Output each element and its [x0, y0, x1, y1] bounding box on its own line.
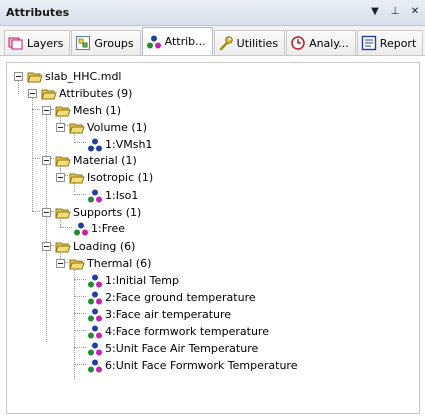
tree-connector — [74, 296, 86, 297]
dropdown-icon[interactable]: ▼ — [369, 6, 381, 18]
layers-icon — [8, 35, 24, 51]
tree-connector — [74, 364, 86, 365]
tab-analysis[interactable]: Analy... — [286, 30, 356, 55]
tree-label: slab_HHC.mdl — [45, 70, 122, 83]
tree-connector — [32, 94, 33, 211]
tab-label: Utilities — [236, 36, 279, 50]
tree-label: Supports (1) — [73, 206, 142, 219]
mesh-attribute-icon — [88, 138, 102, 152]
thermal-attribute-icon — [88, 342, 102, 356]
tab-label: Analy... — [309, 36, 349, 50]
tree-label: 4:Face formwork temperature — [105, 325, 269, 338]
thermal-attribute-icon — [88, 325, 102, 339]
tree-connector — [74, 142, 86, 143]
panel-title: Attributes — [6, 6, 70, 19]
thermal-attribute-icon — [88, 359, 102, 373]
collapse-icon[interactable] — [42, 156, 51, 165]
groups-icon — [75, 35, 91, 51]
tree-connector — [74, 279, 86, 280]
tab-groups[interactable]: Groups — [71, 30, 141, 55]
collapse-icon[interactable] — [42, 208, 51, 217]
tree-view[interactable]: slab_HHC.mdl Attributes (9) Mesh (1) Vol… — [6, 62, 420, 414]
tree-connector — [74, 347, 86, 348]
report-icon — [361, 35, 377, 51]
tree-label: Attributes (9) — [59, 87, 133, 100]
tree-connector — [60, 227, 72, 228]
attributes-icon — [146, 34, 162, 50]
collapse-icon[interactable] — [56, 173, 65, 182]
tab-bar: Layers Groups Attrib... Utilities Analy.… — [0, 26, 425, 56]
folder-open-icon — [69, 123, 85, 134]
tree-label: Material (1) — [73, 154, 137, 167]
tree-connector — [74, 330, 86, 331]
tree-label: 2:Face ground temperature — [105, 291, 256, 304]
collapse-icon[interactable] — [56, 123, 65, 132]
folder-open-icon — [55, 156, 71, 167]
collapse-icon[interactable] — [56, 259, 65, 268]
tab-label: Attrib... — [164, 35, 206, 48]
folder-open-icon — [27, 72, 43, 83]
tab-label: Layers — [27, 36, 64, 50]
folder-open-icon — [55, 208, 71, 219]
tree-label: 1:Free — [91, 222, 126, 235]
attributes-panel: slab_HHC.mdl Attributes (9) Mesh (1) Vol… — [0, 56, 425, 419]
tab-layers[interactable]: Layers — [4, 30, 71, 55]
analysis-icon — [290, 35, 306, 51]
collapse-icon[interactable] — [42, 242, 51, 251]
close-icon[interactable]: ✕ — [409, 6, 421, 18]
tree-label: 3:Face air temperature — [105, 308, 232, 321]
tree-label: 5:Unit Face Air Temperature — [105, 342, 259, 355]
tab-utilities[interactable]: Utilities — [213, 30, 286, 55]
pin-icon[interactable]: ⊥ — [389, 6, 401, 18]
tree-connector — [46, 109, 47, 342]
tab-report[interactable]: Report — [356, 30, 424, 55]
collapse-icon[interactable] — [28, 89, 37, 98]
tree-label: 6:Unit Face Formwork Temperature — [105, 359, 298, 372]
tree-label: 1:Iso1 — [105, 189, 139, 202]
tree-connector — [32, 109, 40, 110]
folder-open-icon — [69, 173, 85, 184]
material-attribute-icon — [88, 189, 102, 203]
tree-connector — [74, 313, 86, 314]
wrench-icon — [218, 35, 234, 51]
tab-attributes[interactable]: Attrib... — [141, 27, 213, 55]
panel-titlebar: Attributes ▼ ⊥ ✕ — [0, 0, 425, 26]
tree-label: Isotropic (1) — [87, 171, 154, 184]
tree-label: Thermal (6) — [87, 257, 152, 270]
thermal-attribute-icon — [88, 274, 102, 288]
tree-label: Volume (1) — [87, 121, 147, 134]
tree-label: Mesh (1) — [73, 104, 122, 117]
support-attribute-icon — [74, 222, 88, 236]
tree-connector — [32, 211, 40, 212]
tree-label: 1:Initial Temp — [105, 274, 179, 287]
panel-controls: ▼ ⊥ ✕ — [369, 6, 421, 18]
thermal-attribute-icon — [88, 291, 102, 305]
tree-label: Loading (6) — [73, 240, 136, 253]
folder-open-icon — [55, 106, 71, 117]
folder-open-icon — [41, 89, 57, 100]
folder-open-icon — [55, 242, 71, 253]
thermal-attribute-icon — [88, 308, 102, 322]
collapse-icon[interactable] — [14, 72, 23, 81]
collapse-icon[interactable] — [42, 106, 51, 115]
tree-connector — [32, 158, 40, 159]
tree-connector — [74, 194, 86, 195]
tab-label: Report — [379, 36, 417, 50]
folder-open-icon — [69, 259, 85, 270]
tab-label: Groups — [94, 36, 134, 50]
tree-label: 1:VMsh1 — [105, 138, 153, 151]
